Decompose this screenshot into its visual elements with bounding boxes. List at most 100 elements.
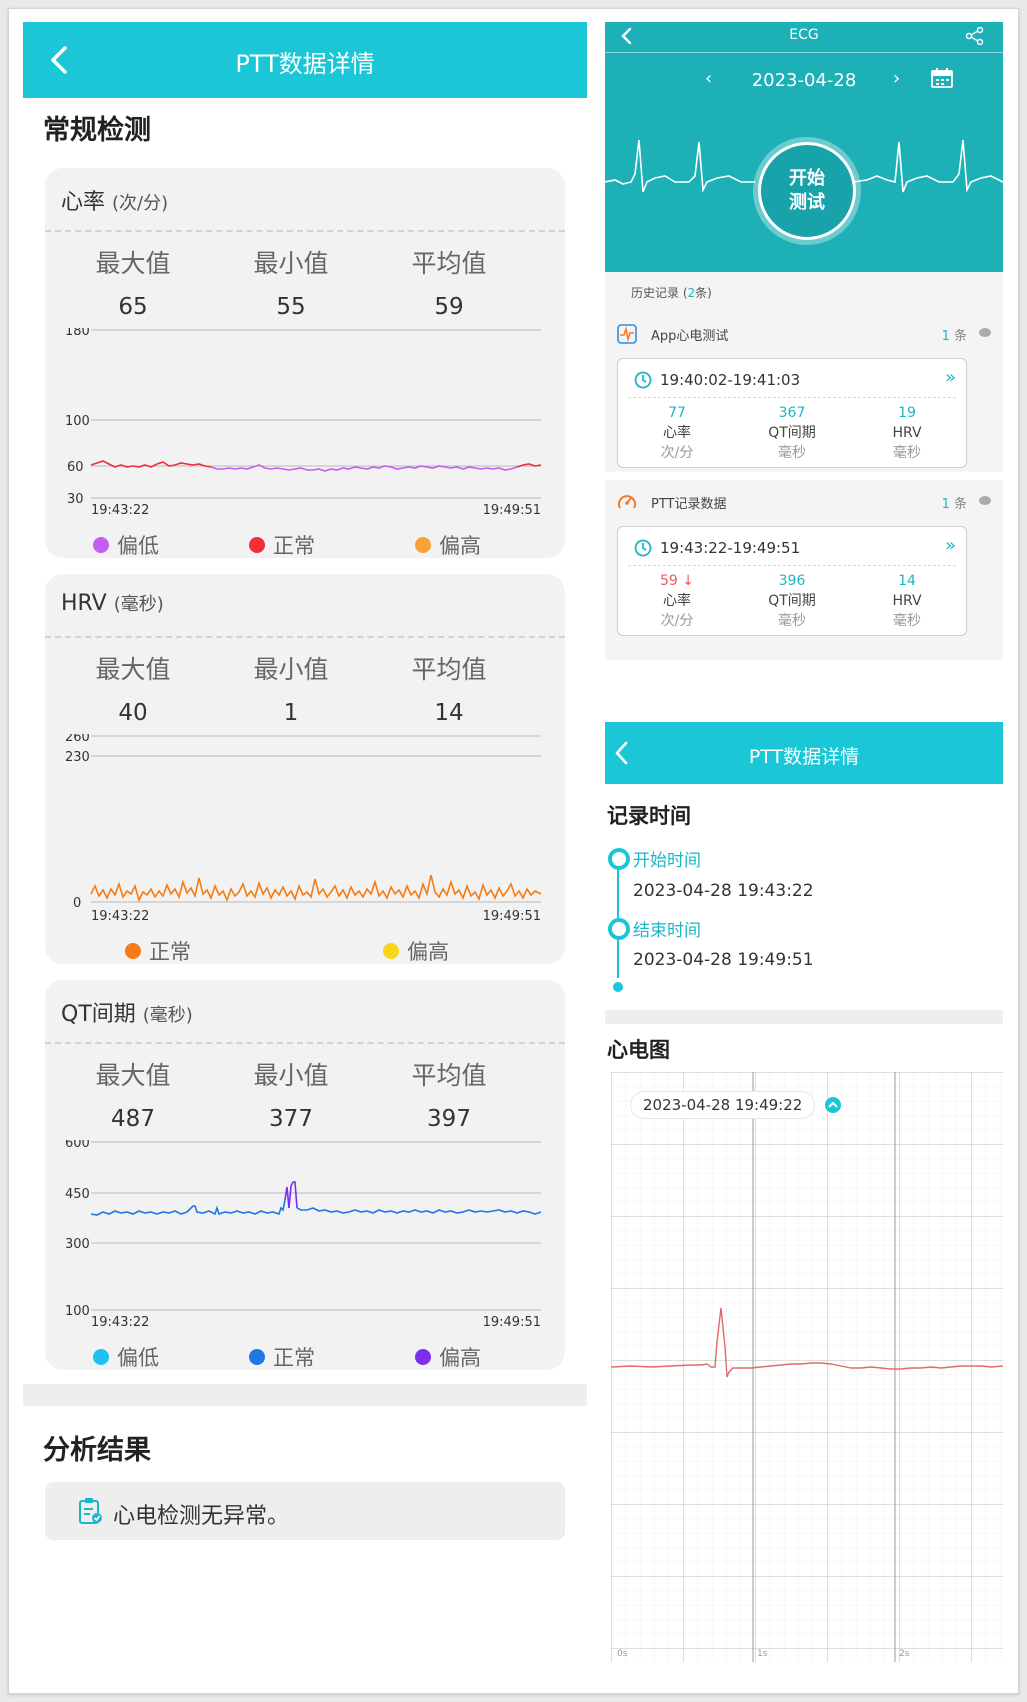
section-title-ecg: 心电图 [607,1038,670,1062]
divider [45,1042,565,1044]
start-time-label: 开始时间 [633,851,701,871]
qt-unit: (毫秒) [142,1005,193,1026]
page-title: PTT数据详情 [235,50,375,78]
legend-high: 偏高 [415,1342,481,1372]
card-title: 心率 (次/分) [61,184,168,216]
metric-name: HRV [892,593,922,609]
record-card[interactable]: 19:40:02-19:41:03 » 77 心率 次/分 367 QT间期 毫秒 19… [617,358,967,468]
legend-normal: 正常 [249,1342,315,1372]
share-icon[interactable] [965,27,985,45]
group-header-ptt[interactable]: PTT记录数据 1 条 [605,484,1003,518]
eye-icon[interactable] [979,328,991,337]
card-title: HRV (毫秒) [61,590,164,616]
stat-label: 平均值 [411,1061,487,1090]
hrv-title: HRV [61,591,107,616]
metric-unit: 次/分 [660,613,694,629]
legend-dot [415,537,431,553]
stat-value: 55 [276,294,306,320]
legend-label: 偏高 [439,534,481,558]
ptt-record-icon [618,495,636,509]
legend-high: 偏高 [383,936,449,966]
section-title-analysis: 分析结果 [43,1435,151,1466]
stat-max: 最大值 40 [63,650,203,726]
double-chevron-right-icon[interactable]: » [945,367,956,388]
heart-rate-card: 心率 (次/分) 最大值 65 最小值 55 平均值 59 180 100 60 30… [45,168,565,558]
y-tick-label: 300 [65,1237,90,1252]
metric-unit: 毫秒 [778,613,806,629]
legend-label: 偏低 [117,534,159,558]
group-name: PTT记录数据 [651,497,727,512]
heart-rate-unit: (次/分) [112,193,169,214]
group-count: 1 条 [942,325,967,344]
clipboard-check-icon [79,1498,102,1524]
legend-low: 偏低 [93,1342,159,1372]
start-button-label: 开始 [789,168,825,189]
stat-min: 最小值 55 [221,244,361,320]
qt-line-high [284,1181,298,1209]
stat-label: 最大值 [95,249,171,278]
y-tick-label: 230 [65,750,90,765]
heart-rate-title: 心率 [61,190,106,215]
y-tick-label: 30 [67,492,84,507]
divider [628,565,956,566]
group-header-app-ecg[interactable]: App心电测试 1 条 [605,316,1003,350]
end-time-label: 结束时间 [633,921,701,941]
x-start-label: 19:43:22 [91,909,149,924]
x-end-label: 19:49:51 [483,503,541,518]
next-date-chevron-icon[interactable]: › [893,68,900,89]
stat-value: 40 [118,700,148,726]
chevron-up-icon[interactable] [824,1096,842,1114]
hrv-line [90,874,542,903]
hrv-chart: 260 230 0 19:43:22 19:49:51 [45,734,565,924]
qt-line-normal-end [296,1207,542,1215]
timeline-dot [608,848,630,870]
stat-label: 最大值 [95,1061,171,1090]
timeline-line [617,852,619,978]
record-time: 19:43:22-19:49:51 [660,539,801,557]
legend-dot [249,537,265,553]
analysis-result: 心电检测无异常。 [45,1482,565,1540]
y-tick-label: 600 [65,1140,90,1151]
legend-low: 偏低 [93,530,159,560]
record-card[interactable]: 19:43:22-19:49:51 » 59 ↓ 心率 次/分 396 QT间期 毫秒 … [617,526,967,636]
divider [45,636,565,638]
group-count-unit: 条 [953,329,967,344]
metric-name: QT间期 [768,593,816,609]
calendar-icon[interactable] [931,68,953,88]
y-tick-label: 0 [73,896,81,911]
metric-name: 心率 [663,593,691,609]
x-end-label: 19:49:51 [483,1315,541,1330]
legend-label: 正常 [149,940,191,964]
stat-avg: 平均值 397 [379,1056,519,1132]
stat-label: 平均值 [411,655,487,684]
metric-value: 77 [668,405,686,421]
legend-dot [249,1349,265,1365]
end-time-value: 2023-04-28 19:49:51 [633,950,814,970]
qt-card: QT间期 (毫秒) 最大值 487 最小值 377 平均值 397 600 450 3… [45,980,565,1370]
metric-unit: 毫秒 [893,445,921,461]
legend-normal: 正常 [249,530,315,560]
stat-value: 487 [111,1106,155,1132]
double-chevron-right-icon[interactable]: » [945,535,956,556]
ecg-timestamp: 2023-04-28 19:49:22 [643,1096,803,1114]
hrv-unit: (毫秒) [113,594,164,615]
start-test-button[interactable]: 开始 测试 [758,142,856,240]
stat-min: 最小值 1 [221,650,361,726]
card-title: QT间期 (毫秒) [61,996,193,1028]
legend-dot [415,1349,431,1365]
legend-label: 正常 [273,1346,315,1370]
y-tick-label: 100 [65,414,90,429]
divider [628,397,956,398]
legend-high: 偏高 [415,530,481,560]
metric-qt: 367 QT间期 毫秒 [737,403,847,463]
qt-title: QT间期 [61,1002,136,1027]
ecg-timestamp-pill[interactable]: 2023-04-28 19:49:22 [631,1092,842,1118]
top-bar: PTT数据详情 [23,22,587,98]
divider [45,230,565,232]
hrv-card: HRV (毫秒) 最大值 40 最小值 1 平均值 14 260 230 0 19:4… [45,574,565,964]
stat-label: 最小值 [253,1061,329,1090]
group-name: App心电测试 [651,329,729,344]
history-count: 2 [687,286,696,300]
eye-icon[interactable] [979,496,991,505]
clock-icon [634,371,652,389]
